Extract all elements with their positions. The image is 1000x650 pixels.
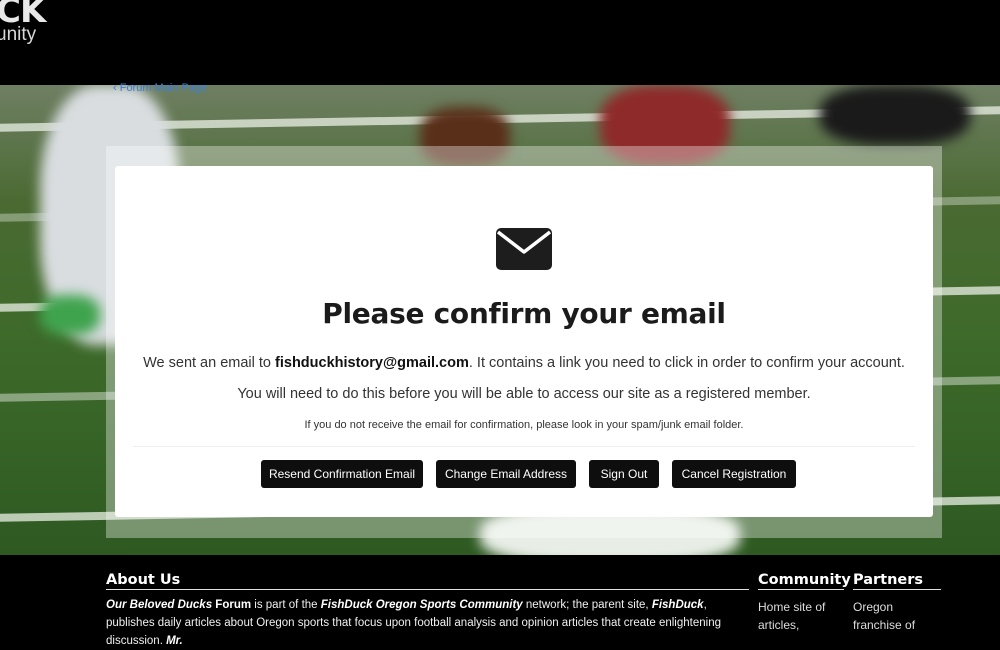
- cancel-registration-button[interactable]: Cancel Registration: [672, 460, 796, 488]
- divider: [133, 446, 915, 447]
- email-address: fishduckhistory@gmail.com: [275, 355, 469, 371]
- community-text: Home site of articles,: [758, 600, 826, 632]
- forum-suffix: Forum: [212, 599, 252, 611]
- site-logo[interactable]: CK unity: [0, 0, 46, 44]
- partners-text: Oregon franchise of: [853, 600, 916, 632]
- about-section: About Us Our Beloved Ducks Forum is part…: [106, 572, 749, 650]
- change-email-button[interactable]: Change Email Address: [436, 460, 576, 488]
- confirm-email-card: Please confirm your email We sent an ema…: [115, 166, 933, 517]
- page-title: Please confirm your email: [322, 297, 726, 330]
- site-footer: About Us Our Beloved Ducks Forum is part…: [0, 555, 1000, 647]
- about-text-part: Mr.: [166, 635, 183, 647]
- player-figure: [40, 295, 100, 335]
- about-text-part: network; the parent site,: [522, 599, 652, 611]
- site-header: CK unity: [0, 0, 1000, 85]
- sign-out-button[interactable]: Sign Out: [589, 460, 659, 488]
- about-text-part: is part of the: [251, 599, 321, 611]
- community-section: Community Home site of articles,: [758, 572, 851, 634]
- player-figure: [820, 85, 970, 145]
- message-text: We sent an email to: [143, 355, 276, 371]
- site-name: FishDuck: [651, 599, 704, 611]
- partners-heading: Partners: [853, 572, 941, 590]
- resend-confirmation-button[interactable]: Resend Confirmation Email: [261, 460, 423, 488]
- forum-main-page-link[interactable]: ‹ Forum Main Page: [113, 82, 207, 94]
- message-text: . It contains a link you need to click i…: [468, 355, 905, 371]
- community-heading: Community: [758, 572, 851, 590]
- network-name: FishDuck Oregon Sports Community: [320, 599, 523, 611]
- about-text: Our Beloved Ducks Forum is part of the F…: [106, 596, 749, 650]
- forum-name: Our Beloved Ducks: [106, 599, 213, 611]
- spam-notice: If you do not receive the email for conf…: [304, 419, 744, 431]
- partners-section: Partners Oregon franchise of: [853, 572, 941, 634]
- sent-email-message: We sent an email to fishduckhistory@gmai…: [115, 355, 933, 371]
- about-heading: About Us: [106, 572, 749, 590]
- envelope-icon: [496, 228, 552, 270]
- access-notice: You will need to do this before you will…: [237, 386, 811, 402]
